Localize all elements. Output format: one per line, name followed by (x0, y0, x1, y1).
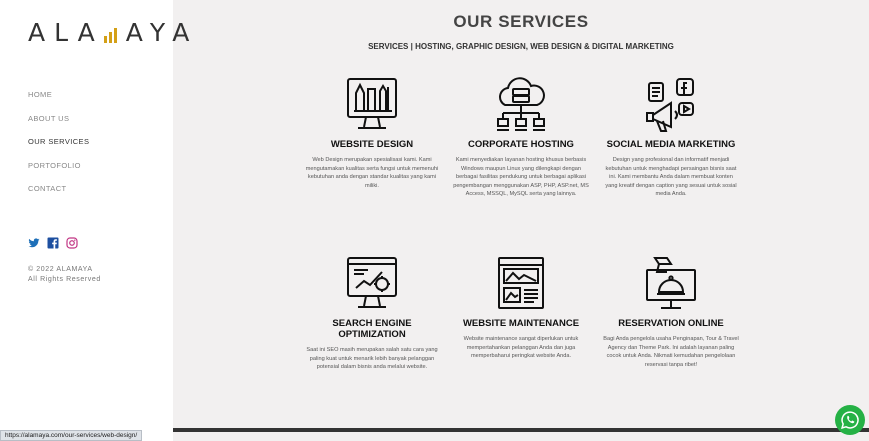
service-card-social-media-marketing[interactable]: SOCIAL MEDIA MARKETING Design yang profe… (601, 75, 741, 199)
service-card-website-design[interactable]: WEBSITE DESIGN Web Design merupakan spes… (302, 75, 442, 190)
service-title: WEBSITE MAINTENANCE (462, 318, 580, 329)
service-title: RESERVATION ONLINE (618, 318, 724, 329)
logo-text-left: ALA (28, 18, 104, 47)
nav-item-portofolio[interactable]: PORTOFOLIO (28, 160, 89, 184)
megaphone-icon (646, 78, 694, 132)
cloud-hosting-icon (497, 77, 545, 131)
website-design-icon (347, 78, 397, 129)
footer-divider (173, 428, 869, 432)
main-nav: HOME ABOUT US OUR SERVICES PORTOFOLIO CO… (28, 89, 89, 207)
nav-item-home[interactable]: HOME (28, 89, 89, 113)
sidebar: ALA AYA HOME ABOUT US OUR SERVICES PORTO… (0, 0, 189, 441)
service-card-website-maintenance[interactable]: WEBSITE MAINTENANCE Website maintenance … (451, 254, 591, 361)
whatsapp-icon (841, 411, 859, 429)
nav-item-about-us[interactable]: ABOUT US (28, 113, 89, 137)
service-card-corporate-hosting[interactable]: CORPORATE HOSTING Kami menyediakan layan… (451, 75, 591, 199)
service-card-seo[interactable]: SEARCH ENGINE OPTIMIZATION Saat ini SEO … (302, 254, 442, 372)
whatsapp-button[interactable] (835, 405, 865, 435)
service-title: CORPORATE HOSTING (468, 139, 574, 150)
service-description: Website maintenance sangat diperlukan un… (463, 336, 579, 360)
service-card-reservation-online[interactable]: RESERVATION ONLINE Bagi Anda pengelola u… (601, 254, 741, 369)
page-title: OUR SERVICES (453, 12, 589, 31)
instagram-icon[interactable] (66, 236, 78, 249)
service-title: WEBSITE DESIGN (330, 139, 414, 150)
copyright-text: © 2022 ALAMAYA (28, 266, 93, 273)
page-subtitle: SERVICES | HOSTING, GRAPHIC DESIGN, WEB … (368, 42, 674, 51)
service-description: Design yang profesional dan informatif m… (605, 157, 737, 198)
nav-item-contact[interactable]: CONTACT (28, 183, 89, 207)
service-description: Saat ini SEO masih merupakan salah satu … (306, 347, 438, 371)
reservation-bell-icon (646, 257, 696, 309)
service-title: SOCIAL MEDIA MARKETING (606, 139, 736, 150)
status-bar-url: https://alamaya.com/our-services/web-des… (0, 430, 143, 441)
twitter-icon[interactable] (28, 236, 40, 248)
seo-monitor-icon (347, 257, 397, 308)
service-description: Web Design merupakan spesialisasi kami. … (305, 157, 439, 189)
social-links (28, 236, 78, 249)
facebook-icon[interactable] (47, 236, 59, 249)
main-content: OUR SERVICES SERVICES | HOSTING, GRAPHIC… (173, 0, 869, 441)
nav-item-our-services[interactable]: OUR SERVICES (28, 136, 89, 160)
service-description: Kami menyediakan layanan hosting khusus … (453, 157, 589, 198)
rights-text: All Rights Reserved (28, 276, 101, 283)
copyright-block: © 2022 ALAMAYA All Rights Reserved (28, 265, 101, 285)
service-title: SEARCH ENGINE OPTIMIZATION (332, 318, 412, 340)
logo-bars-icon (103, 28, 117, 43)
service-description: Bagi Anda pengelola usaha Penginapan, To… (603, 336, 739, 368)
website-maintenance-icon (498, 257, 544, 309)
